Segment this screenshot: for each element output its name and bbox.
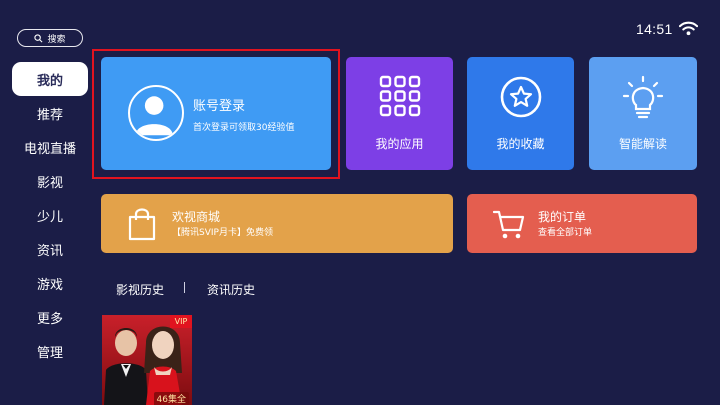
vip-badge: VIP — [170, 315, 192, 328]
my-apps-card[interactable]: 我的应用 — [346, 57, 453, 170]
my-apps-label: 我的应用 — [375, 137, 424, 151]
cart-icon — [493, 210, 525, 239]
tab-news-history[interactable]: 资讯历史 — [207, 281, 255, 298]
star-icon — [500, 76, 541, 118]
nav-item-mine[interactable]: 我的 — [12, 62, 88, 96]
my-favorites-card[interactable]: 我的收藏 — [467, 57, 574, 170]
episode-count: 46集全 — [153, 392, 189, 405]
clock: 14:51 — [636, 21, 673, 37]
tab-divider — [184, 282, 185, 293]
apps-grid-icon — [379, 75, 420, 117]
sidebar-nav: 我的 推荐 电视直播 影视 少儿 资讯 游戏 更多 管理 — [12, 62, 88, 368]
my-favorites-label: 我的收藏 — [496, 137, 545, 151]
search-button[interactable]: 搜索 — [17, 29, 83, 47]
nav-item-kids[interactable]: 少儿 — [12, 198, 88, 232]
mall-title: 欢视商城 — [172, 210, 221, 224]
nav-item-games[interactable]: 游戏 — [12, 266, 88, 300]
nav-item-movies[interactable]: 影视 — [12, 164, 88, 198]
wifi-icon — [679, 21, 698, 36]
history-poster[interactable]: VIP 46集全 — [102, 315, 192, 405]
mall-subtitle: 【腾讯SVIP月卡】免费领 — [172, 228, 273, 238]
tab-video-history[interactable]: 影视历史 — [116, 281, 164, 298]
login-title: 账号登录 — [193, 99, 246, 114]
smart-interpret-label: 智能解读 — [618, 137, 667, 151]
orders-title: 我的订单 — [538, 210, 587, 224]
search-icon — [34, 33, 43, 42]
search-label: 搜索 — [47, 34, 66, 45]
nav-item-live-tv[interactable]: 电视直播 — [12, 130, 88, 164]
nav-item-manage[interactable]: 管理 — [12, 334, 88, 368]
orders-subtitle: 查看全部订单 — [538, 228, 593, 238]
lightbulb-icon — [622, 75, 664, 119]
my-orders-card[interactable]: 我的订单 查看全部订单 — [467, 194, 697, 253]
nav-item-news[interactable]: 资讯 — [12, 232, 88, 266]
login-subtitle: 首次登录可领取30经验值 — [193, 123, 295, 133]
smart-interpret-card[interactable]: 智能解读 — [589, 57, 697, 170]
account-login-card[interactable]: 账号登录 首次登录可领取30经验值 — [101, 57, 331, 170]
nav-item-more[interactable]: 更多 — [12, 300, 88, 334]
shopping-bag-icon — [128, 208, 156, 241]
avatar-icon — [128, 85, 184, 141]
nav-item-recommend[interactable]: 推荐 — [12, 96, 88, 130]
mall-card[interactable]: 欢视商城 【腾讯SVIP月卡】免费领 — [101, 194, 453, 253]
